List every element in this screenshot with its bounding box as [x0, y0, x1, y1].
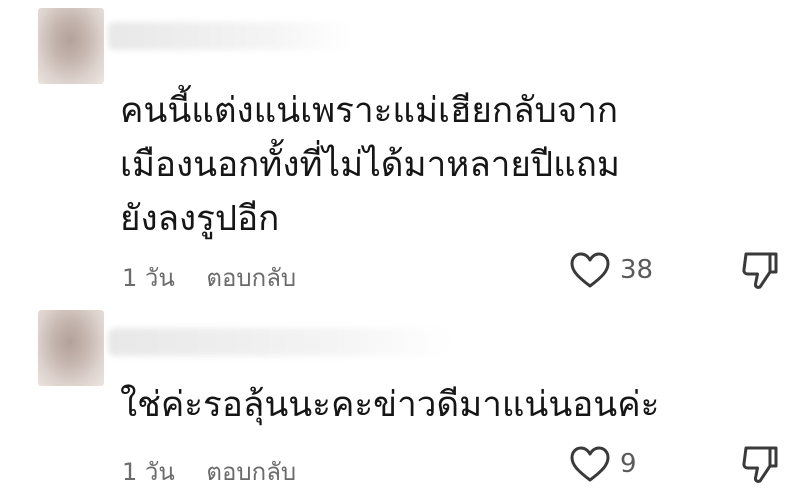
comment-time: 1 วัน	[122, 458, 175, 486]
dislike-button[interactable]	[740, 250, 780, 292]
like-button[interactable]: 9	[568, 444, 637, 484]
like-button[interactable]: 38	[568, 250, 653, 290]
reply-button[interactable]: ตอบกลับ	[206, 458, 296, 486]
reply-button[interactable]: ตอบกลับ	[206, 264, 296, 292]
heart-icon[interactable]	[568, 444, 612, 484]
username-blurred	[108, 22, 348, 50]
comment-time: 1 วัน	[122, 264, 175, 292]
username-blurred	[108, 328, 448, 356]
comments-section: คนนี้แต่งแน่เพราะแม่เฮียกลับจาก เมืองนอก…	[0, 0, 800, 500]
dislike-button[interactable]	[740, 444, 780, 486]
thumbs-down-icon[interactable]	[740, 250, 780, 292]
like-count: 38	[620, 255, 654, 285]
avatar[interactable]	[38, 310, 104, 386]
comment-text: คนนี้แต่งแน่เพราะแม่เฮียกลับจาก เมืองนอก…	[120, 91, 620, 239]
comment-meta: 1 วัน ตอบกลับ	[122, 258, 296, 297]
comment-text: ใช่ค่ะรอลุ้นนะคะข่าวดีมาแน่นอนค่ะ	[120, 385, 660, 425]
thumbs-down-icon[interactable]	[740, 444, 780, 486]
avatar[interactable]	[38, 8, 104, 84]
comment-meta: 1 วัน ตอบกลับ	[122, 452, 296, 491]
heart-icon[interactable]	[568, 250, 612, 290]
like-count: 9	[620, 449, 637, 479]
